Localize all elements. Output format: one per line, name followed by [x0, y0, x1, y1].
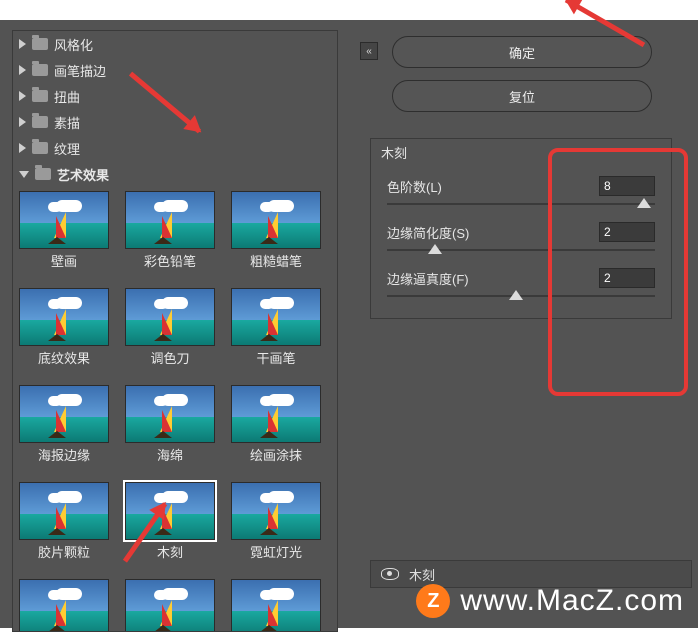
filter-thumb-6[interactable]: 海报边缘 [19, 385, 109, 464]
filter-thumb-1[interactable]: 彩色铅笔 [125, 191, 215, 270]
filter-thumb-2[interactable]: 粗糙蜡笔 [231, 191, 321, 270]
filter-label: 海报边缘 [38, 445, 90, 464]
filter-params-panel: 木刻 色阶数(L) 边缘简化度(S) 边缘逼真度(F) [370, 138, 672, 319]
filter-thumb-11[interactable]: 霓虹灯光 [231, 482, 321, 561]
filter-label: 干画笔 [256, 348, 295, 367]
filter-thumb-12[interactable]: 水彩 [19, 579, 109, 632]
param-input-fidelity[interactable] [599, 268, 655, 288]
applied-filter-label: 木刻 [409, 565, 435, 584]
folder-icon [32, 38, 48, 50]
ok-button-label: 确定 [509, 43, 535, 62]
disclosure-triangle-icon [19, 91, 26, 101]
filter-categories-panel: 风格化画笔描边扭曲素描纹理艺术效果 壁画 彩色铅笔 粗糙蜡笔底纹效果 调色刀 干画笔海报… [12, 30, 338, 632]
filter-preview [19, 482, 109, 540]
disclosure-triangle-icon [19, 143, 26, 153]
filter-preview [125, 482, 215, 540]
category-row-1[interactable]: 画笔描边 [13, 57, 337, 83]
filter-thumb-3[interactable]: 底纹效果 [19, 288, 109, 367]
filter-preview [231, 385, 321, 443]
param-label-levels: 色阶数(L) [387, 177, 442, 196]
category-row-3[interactable]: 素描 [13, 109, 337, 135]
filter-preview [19, 579, 109, 632]
folder-icon [32, 90, 48, 102]
category-label: 素描 [54, 113, 80, 132]
filter-thumb-13[interactable]: 塑料包装 [125, 579, 215, 632]
filter-label: 海绵 [157, 445, 183, 464]
filter-label: 木刻 [157, 542, 183, 561]
category-label: 风格化 [54, 35, 93, 54]
disclosure-triangle-icon [19, 117, 26, 127]
category-label: 画笔描边 [54, 61, 106, 80]
folder-icon [35, 168, 51, 180]
param-slider-fidelity[interactable] [387, 290, 655, 302]
param-slider-levels[interactable] [387, 198, 655, 210]
filter-preview [125, 288, 215, 346]
category-label: 扭曲 [54, 87, 80, 106]
param-label-simplicity: 边缘简化度(S) [387, 223, 469, 242]
filter-preview [125, 191, 215, 249]
collapse-button[interactable]: « [360, 42, 378, 60]
filter-label: 绘画涂抹 [250, 445, 302, 464]
filter-thumb-5[interactable]: 干画笔 [231, 288, 321, 367]
folder-icon [32, 64, 48, 76]
filter-thumb-0[interactable]: 壁画 [19, 191, 109, 270]
filter-thumb-7[interactable]: 海绵 [125, 385, 215, 464]
category-row-0[interactable]: 风格化 [13, 31, 337, 57]
ok-button[interactable]: 确定 [392, 36, 652, 68]
param-input-levels[interactable] [599, 176, 655, 196]
filter-preview [19, 385, 109, 443]
reset-button[interactable]: 复位 [392, 80, 652, 112]
filter-label: 霓虹灯光 [250, 542, 302, 561]
filter-preview [231, 288, 321, 346]
category-row-4[interactable]: 纹理 [13, 135, 337, 161]
filter-label: 胶片颗粒 [38, 542, 90, 561]
filter-preview [231, 482, 321, 540]
filter-label: 彩色铅笔 [144, 251, 196, 270]
filter-thumb-8[interactable]: 绘画涂抹 [231, 385, 321, 464]
filter-preview [19, 191, 109, 249]
filter-preview [19, 288, 109, 346]
watermark-badge: Z [416, 584, 450, 618]
filter-thumb-14[interactable]: 涂抹棒 [231, 579, 321, 632]
filter-label: 壁画 [51, 251, 77, 270]
watermark: Z www.MacZ.com [416, 584, 684, 618]
filter-thumb-4[interactable]: 调色刀 [125, 288, 215, 367]
param-row-fidelity: 边缘逼真度(F) [371, 258, 671, 288]
filter-thumb-9[interactable]: 胶片颗粒 [19, 482, 109, 561]
category-label: 纹理 [54, 139, 80, 158]
params-title: 木刻 [371, 139, 671, 166]
watermark-text: www.MacZ.com [460, 584, 684, 618]
filter-preview [125, 385, 215, 443]
chevron-up-icon: « [366, 46, 372, 57]
filter-preview [125, 579, 215, 632]
param-row-simplicity: 边缘简化度(S) [371, 212, 671, 242]
filter-preview [231, 191, 321, 249]
reset-button-label: 复位 [509, 87, 535, 106]
folder-icon [32, 116, 48, 128]
filter-thumbnail-grid: 壁画 彩色铅笔 粗糙蜡笔底纹效果 调色刀 干画笔海报边缘 海绵 绘画涂抹胶片颗粒 木刻 霓虹灯光… [13, 187, 337, 632]
param-row-levels: 色阶数(L) [371, 166, 671, 196]
filter-thumb-10[interactable]: 木刻 [125, 482, 215, 561]
category-row-2[interactable]: 扭曲 [13, 83, 337, 109]
filter-preview [231, 579, 321, 632]
param-input-simplicity[interactable] [599, 222, 655, 242]
param-slider-simplicity[interactable] [387, 244, 655, 256]
category-row-5[interactable]: 艺术效果 [13, 161, 337, 187]
category-label: 艺术效果 [57, 165, 109, 184]
disclosure-triangle-icon [19, 65, 26, 75]
folder-icon [32, 142, 48, 154]
eye-icon[interactable] [381, 568, 399, 580]
filter-label: 粗糙蜡笔 [250, 251, 302, 270]
disclosure-triangle-icon [19, 39, 26, 49]
param-label-fidelity: 边缘逼真度(F) [387, 269, 469, 288]
disclosure-triangle-icon [19, 171, 29, 178]
filter-label: 底纹效果 [38, 348, 90, 367]
filter-label: 调色刀 [150, 348, 189, 367]
